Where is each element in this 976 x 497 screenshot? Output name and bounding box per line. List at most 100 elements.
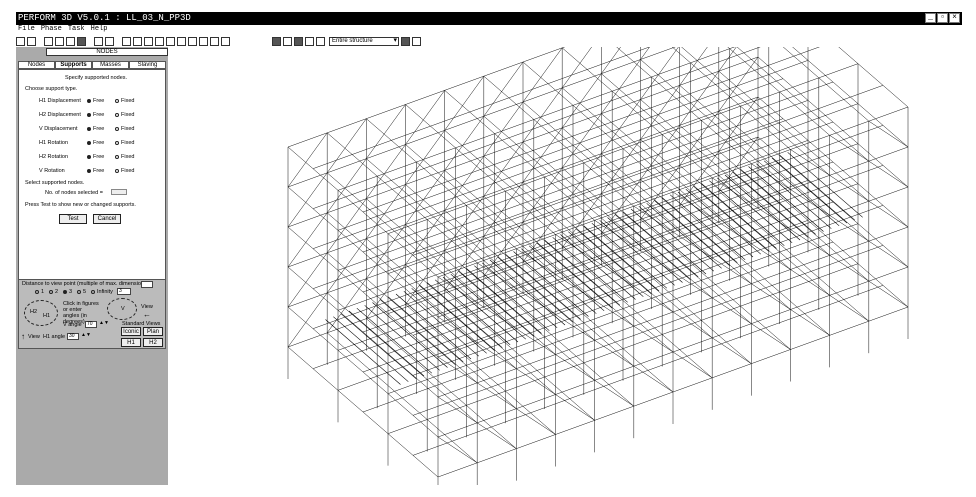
plan-view-button[interactable]: Plan (143, 327, 163, 336)
structure-view-canvas[interactable] (168, 0, 962, 497)
maximize-icon[interactable]: ▫ (937, 13, 948, 23)
grid-icon[interactable] (105, 36, 114, 46)
menu-task[interactable]: Task (68, 25, 85, 34)
radio-icon (115, 98, 119, 103)
count-label: No. of nodes selected = (45, 190, 103, 196)
tab-supports[interactable]: Supports (55, 61, 92, 69)
distance-option-1[interactable]: 1 (35, 289, 44, 295)
load-icon[interactable] (144, 36, 153, 46)
view-label-left: View (28, 334, 40, 340)
view-wire-icon[interactable] (305, 36, 314, 46)
radio-icon (87, 154, 91, 159)
view-fill-icon[interactable] (316, 36, 325, 46)
row-label: V Rotation (39, 168, 65, 174)
dial-label-h1: H1 (43, 313, 51, 319)
frame-icon[interactable] (94, 36, 103, 46)
results-icon[interactable] (188, 36, 197, 46)
title-bar: PERFORM 3D V5.0.1 : LL_03_N_PP3D _ ▫ × (16, 12, 962, 25)
distance-option-3[interactable]: 3 (63, 289, 72, 295)
new-file-icon[interactable] (16, 36, 25, 46)
radio-icon (115, 126, 119, 131)
fixed-radio[interactable]: Fixed (115, 112, 134, 118)
radio-icon (87, 168, 91, 173)
count-field (111, 189, 127, 195)
tab-slaving[interactable]: Slaving (129, 61, 166, 69)
menu-help[interactable]: Help (91, 25, 108, 34)
row-label: H1 Displacement (39, 98, 81, 104)
element-icon[interactable] (122, 36, 131, 46)
fixed-radio[interactable]: Fixed (115, 154, 134, 160)
info-icon[interactable] (210, 36, 219, 46)
tab-strip: Nodes Supports Masses Slaving (18, 61, 166, 69)
view-elev-icon[interactable] (294, 36, 303, 46)
minimize-icon[interactable]: _ (925, 13, 936, 23)
open-file-icon[interactable] (27, 36, 36, 46)
radio-icon (49, 289, 53, 294)
chart-icon[interactable] (199, 36, 208, 46)
radio-icon (35, 289, 39, 294)
free-radio[interactable]: Free (87, 140, 104, 146)
radio-icon (115, 168, 119, 173)
cancel-button[interactable]: Cancel (93, 214, 121, 224)
mass-icon[interactable] (155, 36, 164, 46)
menu-file[interactable]: File (18, 25, 35, 34)
free-radio[interactable]: Free (87, 154, 104, 160)
distance-field[interactable]: 3 (117, 288, 131, 295)
distance-option-5[interactable]: 5 (77, 289, 86, 295)
row-label: H2 Displacement (39, 112, 81, 118)
window-right-edge (962, 12, 976, 497)
iconic-view-button[interactable]: Iconic (121, 327, 141, 336)
display-icon[interactable] (77, 36, 86, 46)
v-angle-field[interactable]: 70 (85, 321, 97, 328)
radio-icon (87, 112, 91, 117)
close-icon[interactable]: × (949, 13, 960, 23)
fixed-radio[interactable]: Fixed (115, 140, 134, 146)
fixed-radio[interactable]: Fixed (115, 126, 134, 132)
view-3d-icon[interactable] (272, 36, 281, 46)
distance-extra-field[interactable] (141, 281, 153, 288)
view-plan-icon[interactable] (283, 36, 292, 46)
distance-option-infinity[interactable]: Infinity (91, 289, 113, 295)
press-text: Press Test to show new or changed suppor… (25, 202, 136, 208)
menu-bar: File Phase Task Help (16, 25, 962, 34)
support-icon[interactable] (166, 36, 175, 46)
v-angle-spin-icon[interactable]: ▲▼ (99, 320, 109, 326)
node-icon[interactable] (133, 36, 142, 46)
pan-icon[interactable] (412, 36, 421, 46)
radio-icon (115, 112, 119, 117)
structure-model-drawing (287, 0, 909, 497)
h1-view-button[interactable]: H1 (121, 338, 141, 347)
fixed-radio[interactable]: Fixed (115, 98, 134, 104)
print-icon[interactable] (55, 36, 64, 46)
tab-masses[interactable]: Masses (92, 61, 129, 69)
menu-phase[interactable]: Phase (41, 25, 62, 34)
copy-icon[interactable] (66, 36, 75, 46)
free-radio[interactable]: Free (87, 98, 104, 104)
refresh-icon[interactable] (221, 36, 230, 46)
h2-view-button[interactable]: H2 (143, 338, 163, 347)
tab-nodes[interactable]: Nodes (18, 61, 55, 69)
radio-icon (77, 289, 81, 294)
radio-icon (115, 140, 119, 145)
distance-label: Distance to view point (multiple of max.… (22, 281, 146, 287)
arrow-up-icon: ↑ (21, 332, 25, 341)
distance-option-2[interactable]: 2 (49, 289, 58, 295)
test-button[interactable]: Test (59, 214, 87, 224)
h1-angle-spin-icon[interactable]: ▲▼ (81, 332, 91, 338)
free-radio[interactable]: Free (87, 126, 104, 132)
free-radio[interactable]: Free (87, 168, 104, 174)
save-icon[interactable] (44, 36, 53, 46)
free-radio[interactable]: Free (87, 112, 104, 118)
analysis-icon[interactable] (177, 36, 186, 46)
h1-angle-field[interactable]: 30 (67, 333, 79, 340)
v-angle-label: V angle (63, 322, 82, 328)
choose-text: Choose support type. (25, 86, 78, 92)
structure-select[interactable]: Entire structure (329, 36, 399, 46)
fixed-radio[interactable]: Fixed (115, 168, 134, 174)
h1-angle-label: H1 angle (43, 334, 66, 340)
left-panel: NODES Nodes Supports Masses Slaving Spec… (16, 47, 168, 485)
zoom-icon[interactable] (401, 36, 410, 46)
row-label: H2 Rotation (39, 154, 69, 160)
radio-icon (87, 98, 91, 103)
radio-icon (91, 289, 95, 294)
